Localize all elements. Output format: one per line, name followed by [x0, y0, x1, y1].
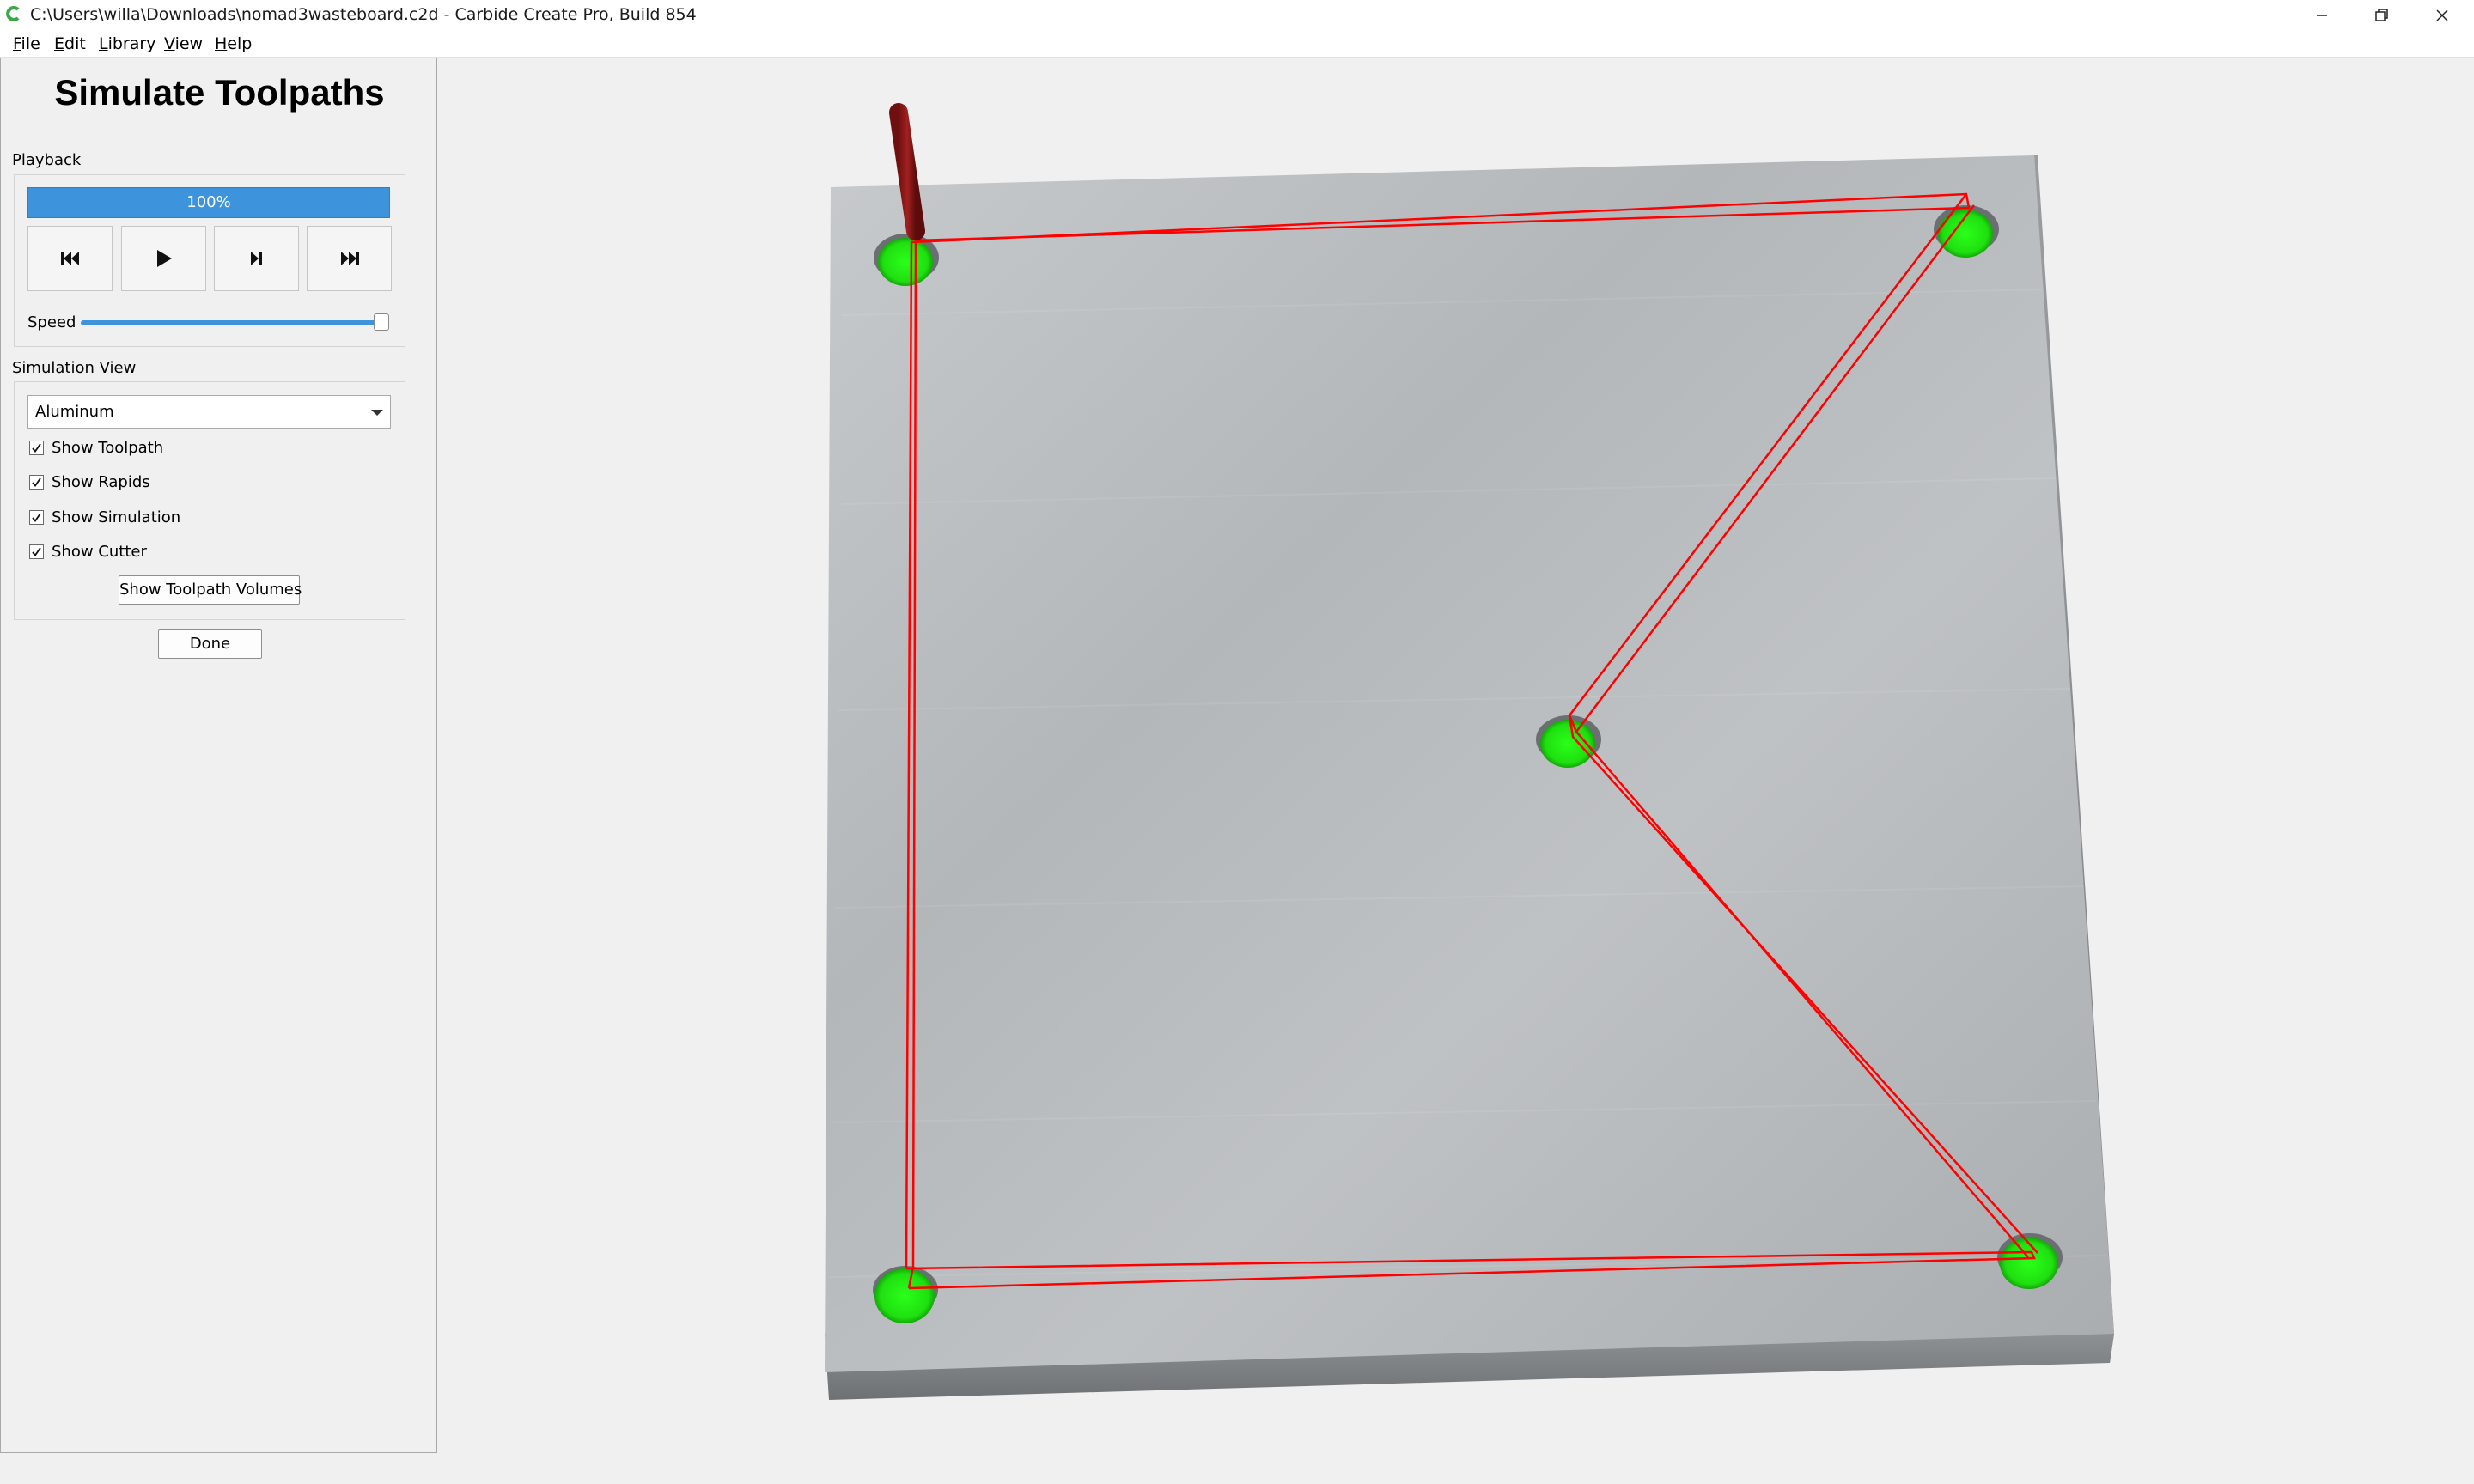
play-icon	[156, 250, 172, 267]
speed-slider-handle[interactable]	[374, 313, 389, 331]
show-rapids-label: Show Rapids	[52, 473, 150, 491]
speed-slider-track[interactable]	[81, 320, 381, 325]
done-button[interactable]: Done	[158, 629, 262, 659]
simulation-viewport[interactable]	[438, 58, 2474, 1453]
show-toolpath-label: Show Toolpath	[52, 439, 164, 457]
menu-file[interactable]: File	[13, 33, 40, 55]
menu-edit[interactable]: Edit	[54, 33, 86, 55]
menu-bar: File Edit Library View Help	[0, 31, 2474, 58]
checkmark-icon	[32, 477, 41, 487]
menu-view[interactable]: View	[164, 33, 203, 55]
playback-label: Playback	[12, 151, 82, 169]
show-cutter-checkbox[interactable]	[29, 544, 44, 559]
chevron-down-icon	[371, 410, 383, 416]
minimize-button[interactable]	[2292, 0, 2352, 31]
material-selected: Aluminum	[35, 403, 114, 421]
stock-top-face	[825, 155, 2114, 1372]
restore-icon	[2375, 9, 2388, 21]
title-bar: C:\Users\willa\Downloads\nomad3wasteboar…	[0, 0, 2474, 31]
show-cutter-label: Show Cutter	[52, 543, 147, 561]
stock-simulation-scene[interactable]	[438, 58, 2474, 1453]
skip-to-end-icon	[340, 252, 359, 265]
checkmark-icon	[32, 513, 41, 522]
checkmark-icon	[32, 547, 41, 556]
window-title: C:\Users\willa\Downloads\nomad3wasteboar…	[30, 5, 697, 24]
show-toolpath-checkbox[interactable]	[29, 441, 44, 455]
menu-help[interactable]: Help	[215, 33, 252, 55]
show-simulation-checkbox[interactable]	[29, 510, 44, 525]
carbide-create-app-icon	[6, 6, 20, 21]
rewind-button[interactable]	[27, 226, 113, 291]
close-icon	[2436, 9, 2448, 21]
material-dropdown[interactable]: Aluminum	[27, 395, 391, 429]
speed-label: Speed	[27, 313, 76, 331]
show-simulation-label: Show Simulation	[52, 508, 181, 526]
status-area	[0, 1453, 2474, 1484]
rewind-to-start-icon	[60, 252, 79, 265]
minimize-icon	[2317, 15, 2327, 16]
step-forward-button[interactable]	[214, 226, 299, 291]
simulation-view-label: Simulation View	[12, 359, 137, 377]
checkmark-icon	[32, 443, 41, 453]
panel-title: Simulate Toolpaths	[54, 72, 385, 113]
restore-button[interactable]	[2352, 0, 2412, 31]
playback-progress-bar: 100%	[27, 187, 390, 218]
step-forward-icon	[250, 252, 262, 265]
progress-text: 100%	[186, 193, 231, 211]
close-button[interactable]	[2412, 0, 2472, 31]
menu-library[interactable]: Library	[99, 33, 155, 55]
skip-to-end-button[interactable]	[307, 226, 392, 291]
show-toolpath-volumes-button[interactable]: Show Toolpath Volumes	[119, 575, 302, 605]
show-rapids-checkbox[interactable]	[29, 475, 44, 490]
play-button[interactable]	[121, 226, 206, 291]
